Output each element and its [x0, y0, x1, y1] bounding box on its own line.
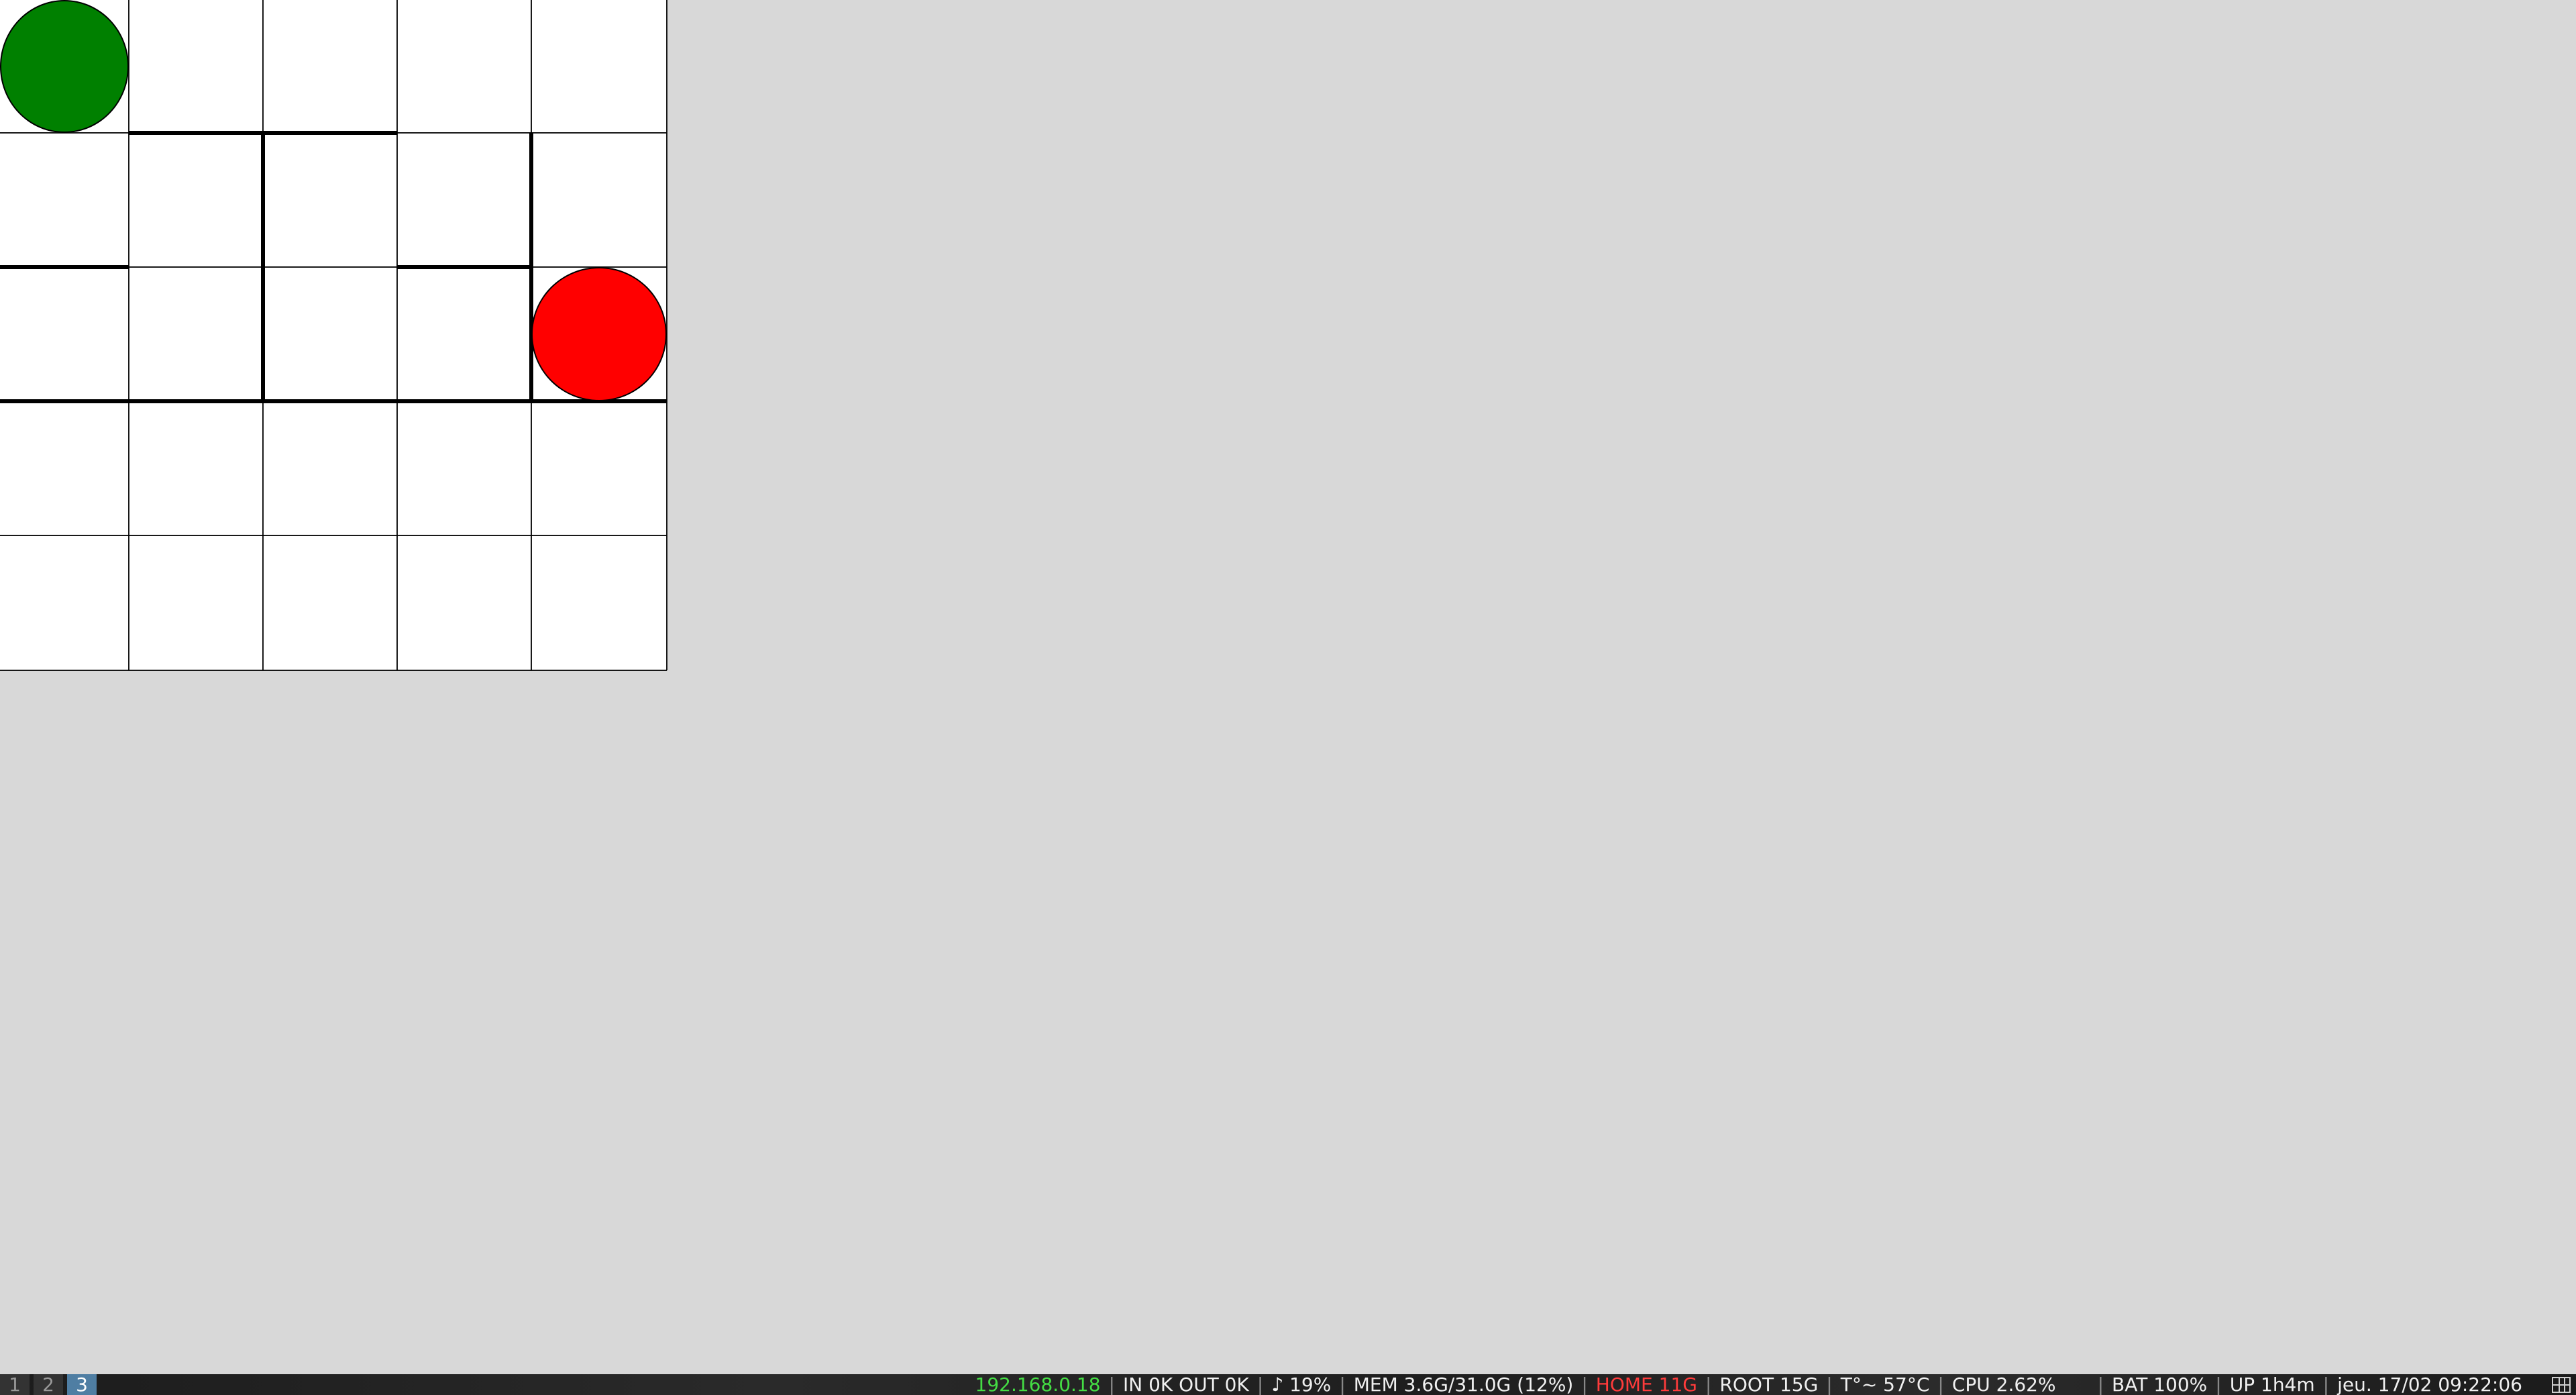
- volume-level[interactable]: ♪ 19%: [1265, 1374, 1338, 1395]
- status-bar: 1 2 3 192.168.0.18 | IN 0K OUT 0K | ♪ 19…: [0, 1374, 2576, 1395]
- grid-icon[interactable]: [2552, 1377, 2571, 1393]
- workspace-1[interactable]: 1: [0, 1374, 30, 1395]
- maze-cell[interactable]: [0, 535, 129, 670]
- maze-wall: [529, 133, 533, 267]
- workspace-2[interactable]: 2: [34, 1374, 63, 1395]
- maze-cell[interactable]: [129, 535, 263, 670]
- separator: |: [1339, 1374, 1346, 1395]
- separator: |: [2097, 1374, 2104, 1395]
- maze-cell[interactable]: [531, 401, 667, 535]
- memory-usage: MEM 3.6G/31.0G (12%): [1353, 1374, 1574, 1395]
- maze-wall: [261, 267, 265, 401]
- separator: |: [1937, 1374, 1944, 1395]
- separator: |: [1581, 1374, 1588, 1395]
- workspace-3[interactable]: 3: [67, 1374, 97, 1395]
- maze-cell[interactable]: [397, 0, 531, 133]
- maze-wall: [261, 133, 265, 267]
- separator: |: [2322, 1374, 2330, 1395]
- maze-cell[interactable]: [129, 133, 263, 267]
- maze-wall: [0, 399, 129, 403]
- maze-wall: [129, 131, 263, 135]
- grid-line: [396, 0, 398, 670]
- grid-line: [0, 670, 667, 671]
- uptime: UP 1h4m: [2229, 1374, 2315, 1395]
- maze-cell[interactable]: [263, 0, 397, 133]
- separator: |: [1256, 1374, 1264, 1395]
- maze-cell[interactable]: [531, 535, 667, 670]
- battery: BAT 100%: [2112, 1374, 2208, 1395]
- network-traffic: IN 0K OUT 0K: [1122, 1374, 1249, 1395]
- maze-cell[interactable]: [263, 267, 397, 401]
- grid-line: [0, 535, 667, 536]
- status-items: 192.168.0.18 | IN 0K OUT 0K | ♪ 19% | ME…: [969, 1374, 2530, 1395]
- desktop: 1 2 3 192.168.0.18 | IN 0K OUT 0K | ♪ 19…: [0, 0, 2576, 1395]
- maze-cell[interactable]: [397, 133, 531, 267]
- maze-cell[interactable]: [129, 401, 263, 535]
- player-piece[interactable]: [0, 0, 129, 133]
- home-disk: HOME 11G: [1595, 1374, 1697, 1395]
- ip-address: 192.168.0.18: [975, 1374, 1101, 1395]
- maze-cell[interactable]: [0, 133, 129, 267]
- maze-cell[interactable]: [263, 535, 397, 670]
- maze-wall: [263, 131, 397, 135]
- separator: |: [1108, 1374, 1115, 1395]
- maze-wall: [397, 265, 531, 269]
- maze-board[interactable]: [0, 0, 667, 671]
- maze-cell[interactable]: [129, 267, 263, 401]
- grid-line: [128, 0, 129, 670]
- maze-wall: [0, 265, 129, 269]
- maze-wall: [263, 399, 397, 403]
- maze-cell[interactable]: [531, 133, 667, 267]
- temperature: T°~ 57°C: [1840, 1374, 1930, 1395]
- maze-cell[interactable]: [531, 0, 667, 133]
- maze-cell[interactable]: [263, 133, 397, 267]
- clock: jeu. 17/02 09:22:06: [2337, 1374, 2522, 1395]
- root-disk: ROOT 15G: [1719, 1374, 1819, 1395]
- separator: |: [1705, 1374, 1712, 1395]
- maze-cell[interactable]: [263, 401, 397, 535]
- maze-cell[interactable]: [0, 267, 129, 401]
- maze-cell[interactable]: [397, 535, 531, 670]
- maze-cell[interactable]: [397, 401, 531, 535]
- maze-wall: [129, 399, 263, 403]
- maze-cell[interactable]: [0, 401, 129, 535]
- separator: |: [1826, 1374, 1833, 1395]
- maze-cell[interactable]: [397, 267, 531, 401]
- cpu-usage: CPU 2.62%: [1951, 1374, 2056, 1395]
- maze-cell[interactable]: [129, 0, 263, 133]
- goal-piece[interactable]: [531, 267, 667, 401]
- maze-wall: [397, 399, 531, 403]
- separator: |: [2215, 1374, 2222, 1395]
